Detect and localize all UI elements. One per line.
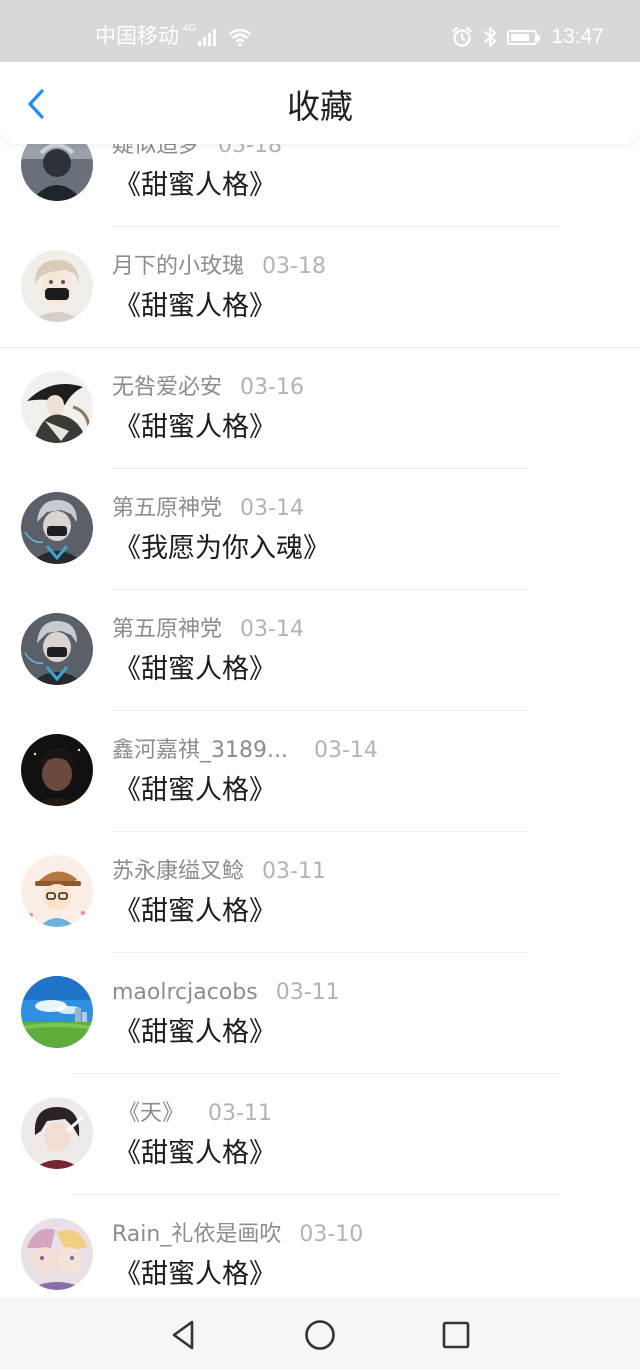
signal-icon xyxy=(198,28,217,46)
alarm-icon xyxy=(452,26,473,47)
item-title: 《甜蜜人格》 xyxy=(114,896,276,927)
item-title: 《甜蜜人格》 xyxy=(114,1017,276,1048)
item-date: 03-10 xyxy=(299,1222,364,1247)
item-date: 03-11 xyxy=(208,1101,272,1126)
list-item[interactable]: 第五原神党 03-14 《甜蜜人格》 xyxy=(0,590,640,711)
square-recents-icon xyxy=(442,1321,470,1349)
item-title: 《甜蜜人格》 xyxy=(114,170,276,201)
item-meta: 第五原神党 03-14 xyxy=(112,616,304,644)
item-title: 《甜蜜人格》 xyxy=(114,1259,276,1290)
item-title: 《甜蜜人格》 xyxy=(114,291,276,322)
clock-time: 13:47 xyxy=(551,25,604,48)
status-right: 13:47 xyxy=(451,24,604,50)
avatar[interactable] xyxy=(21,250,93,322)
nav-recents-button[interactable] xyxy=(436,1315,476,1355)
triangle-back-icon xyxy=(172,1320,194,1350)
page-title: 收藏 xyxy=(287,87,353,126)
status-bar: 中国移动 4G 13:47 xyxy=(0,0,640,62)
item-meta: 苏永康缢叉鲶 03-11 xyxy=(112,858,326,886)
item-username: 无咎爱必安 xyxy=(112,375,223,400)
item-username: 《天》 xyxy=(118,1101,185,1126)
avatar[interactable] xyxy=(21,371,93,443)
item-date: 03-18 xyxy=(262,254,326,279)
item-username: 第五原神党 xyxy=(112,496,223,521)
item-date: 03-14 xyxy=(313,738,378,763)
list-item[interactable]: 鑫河嘉祺_3189... 03-14 《甜蜜人格》 xyxy=(0,711,640,832)
wifi-icon xyxy=(229,28,252,47)
item-title: 《我愿为你入魂》 xyxy=(114,533,330,564)
network-type-label: 4G xyxy=(183,23,197,34)
item-title: 《甜蜜人格》 xyxy=(114,412,276,443)
item-username: 第五原神党 xyxy=(112,617,223,642)
list-item[interactable]: 第五原神党 03-14 《我愿为你入魂》 xyxy=(0,469,640,590)
list-item[interactable]: maolrcjacobs 03-11 《甜蜜人格》 xyxy=(0,953,640,1074)
avatar[interactable] xyxy=(21,734,93,806)
item-date: 03-11 xyxy=(275,980,340,1005)
item-title: 《甜蜜人格》 xyxy=(114,775,276,806)
list-item[interactable]: Rain_礼依是画吹 03-10 《甜蜜人格》 xyxy=(0,1195,640,1298)
item-title: 《甜蜜人格》 xyxy=(114,1138,276,1169)
avatar[interactable] xyxy=(21,613,93,685)
item-meta: 鑫河嘉祺_3189... 03-14 xyxy=(112,737,378,765)
avatar[interactable] xyxy=(21,976,93,1048)
item-meta: 第五原神党 03-14 xyxy=(112,495,304,523)
list-item[interactable]: 月下的小玫瑰 03-18 《甜蜜人格》 xyxy=(0,227,640,348)
item-meta: Rain_礼依是画吹 03-10 xyxy=(112,1221,363,1249)
item-username: 鑫河嘉祺_3189... xyxy=(112,738,288,763)
item-meta: 无咎爱必安 03-16 xyxy=(112,374,304,402)
nav-back-button[interactable] xyxy=(163,1315,203,1355)
app-header: 收藏 xyxy=(0,62,640,144)
circle-home-icon xyxy=(305,1320,335,1350)
list-item[interactable]: 《天》 03-11 《甜蜜人格》 xyxy=(0,1074,640,1195)
avatar[interactable] xyxy=(21,855,93,927)
item-date: 03-14 xyxy=(240,496,304,521)
item-username: 疑似追梦 xyxy=(112,144,201,158)
status-left: 中国移动 4G xyxy=(95,23,252,50)
avatar[interactable] xyxy=(21,492,93,564)
item-username: 苏永康缢叉鲶 xyxy=(112,859,245,884)
item-date: 03-18 xyxy=(218,144,282,158)
carrier-label: 中国移动 xyxy=(95,25,179,48)
item-date: 03-16 xyxy=(240,375,304,400)
avatar[interactable] xyxy=(21,1218,93,1290)
list-item[interactable]: 无咎爱必安 03-16 《甜蜜人格》 xyxy=(0,348,640,469)
item-date: 03-14 xyxy=(240,617,304,642)
item-meta: 疑似追梦 03-18 xyxy=(112,144,282,160)
avatar[interactable] xyxy=(21,144,93,201)
item-meta: maolrcjacobs 03-11 xyxy=(112,979,340,1007)
item-username: Rain_礼依是画吹 xyxy=(112,1222,282,1247)
item-username: maolrcjacobs xyxy=(112,980,258,1005)
item-title: 《甜蜜人格》 xyxy=(114,654,276,685)
item-date: 03-11 xyxy=(262,859,326,884)
system-nav-bar xyxy=(0,1298,640,1369)
nav-home-button[interactable] xyxy=(300,1315,340,1355)
item-meta: 月下的小玫瑰 03-18 xyxy=(112,253,326,281)
item-meta: 《天》 03-11 xyxy=(112,1100,272,1128)
item-username: 月下的小玫瑰 xyxy=(112,254,245,279)
list-item[interactable]: 疑似追梦 03-18 《甜蜜人格》 xyxy=(0,144,640,227)
avatar[interactable] xyxy=(21,1097,93,1169)
bluetooth-icon xyxy=(484,27,497,47)
favorites-list[interactable]: 疑似追梦 03-18 《甜蜜人格》 月下的小玫瑰 03-18 《甜蜜人格》 无咎… xyxy=(0,144,640,1298)
battery-icon xyxy=(507,29,541,45)
list-item[interactable]: 苏永康缢叉鲶 03-11 《甜蜜人格》 xyxy=(0,832,640,953)
